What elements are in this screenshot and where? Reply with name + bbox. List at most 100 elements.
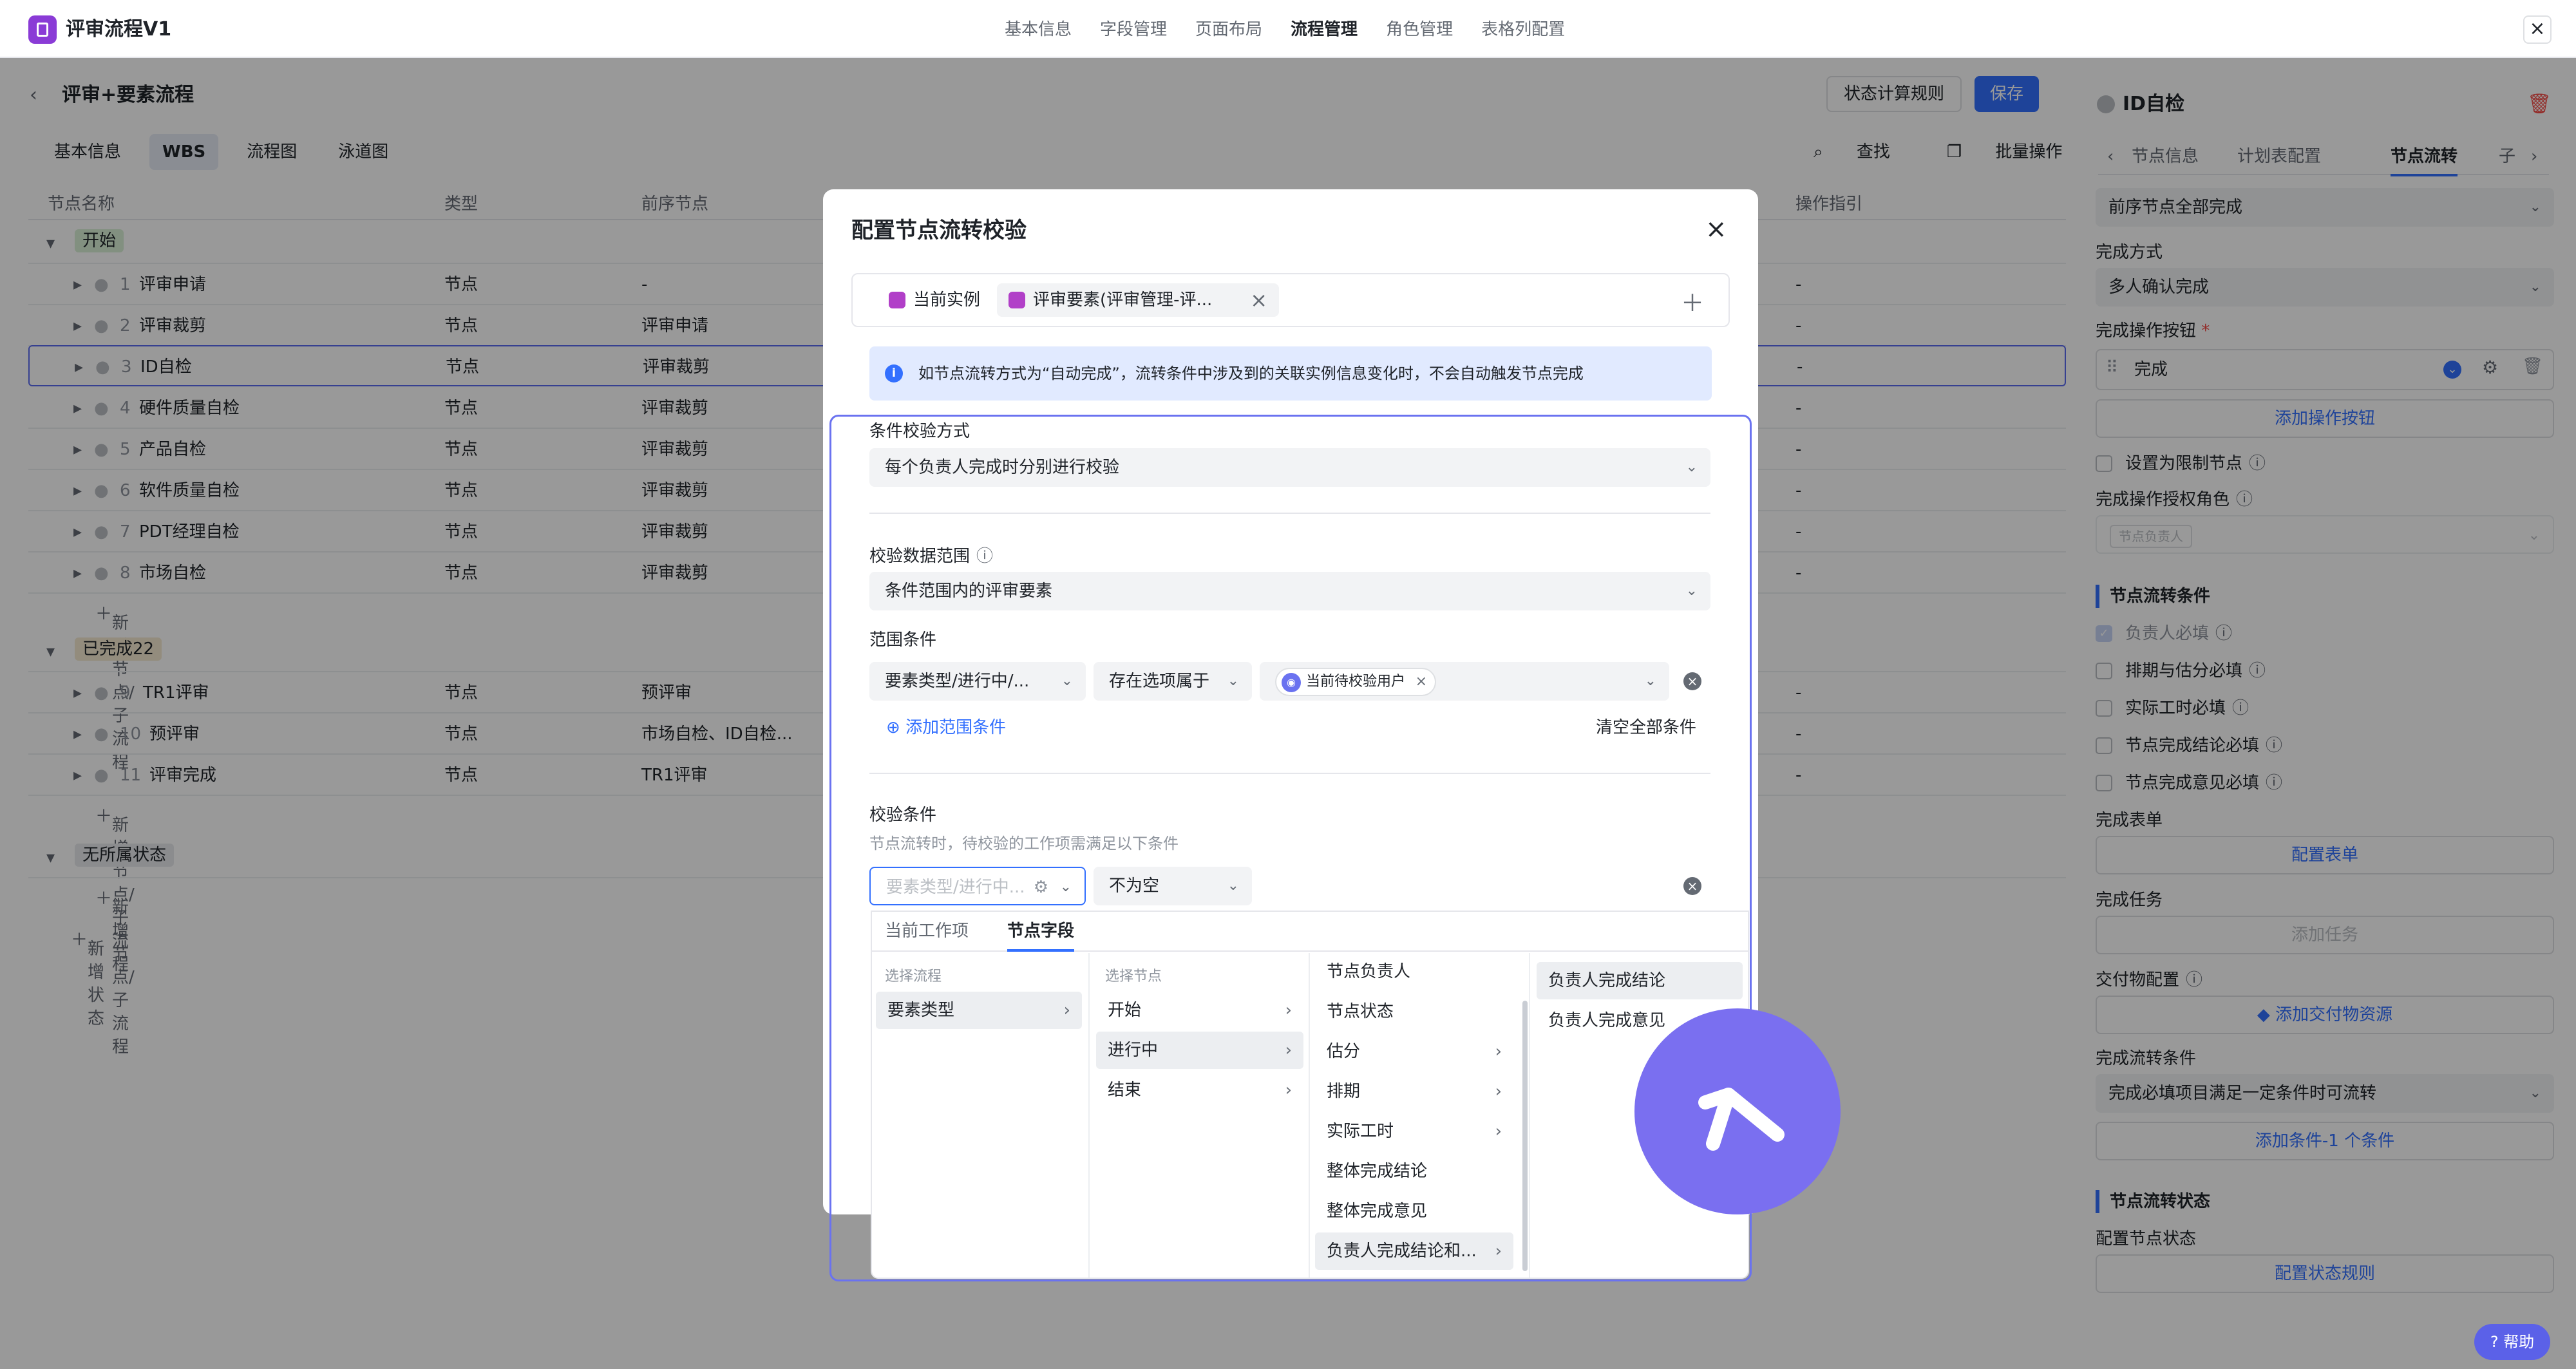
check-field-select[interactable]: 要素类型/进行中... ⚙ ⌄ xyxy=(869,867,1086,905)
chevron-down-icon: ⌄ xyxy=(1061,673,1073,689)
field-option[interactable]: 节点负责人 xyxy=(1315,953,1513,990)
scope-label: 校验数据范围 ⓘ xyxy=(869,545,993,568)
verify-mode-label: 条件校验方式 xyxy=(869,422,971,441)
range-field-value: 要素类型/进行中/... xyxy=(885,672,1030,691)
range-op-select[interactable]: 存在选项属于 ⌄ xyxy=(1094,662,1252,701)
chevron-right-icon: › xyxy=(1495,1122,1502,1141)
field-option[interactable]: 估分 › xyxy=(1315,1033,1513,1070)
user-tag-label: 当前待校验用户 xyxy=(1306,673,1406,690)
option-label: 负责人完成结论和... xyxy=(1327,1242,1477,1261)
nav-flow-manage[interactable]: 流程管理 xyxy=(1291,18,1358,41)
chevron-down-icon: ⌄ xyxy=(1644,673,1656,689)
clear-circle-icon[interactable]: × xyxy=(1683,877,1701,895)
check-field-placeholder: 要素类型/进行中... xyxy=(886,878,1025,897)
app-icon xyxy=(28,15,57,44)
help-button[interactable]: ? 帮助 xyxy=(2474,1324,2550,1360)
option-label: 节点状态 xyxy=(1327,1002,1394,1021)
chevron-down-icon: ⌄ xyxy=(1685,583,1698,599)
chevron-right-icon: › xyxy=(1495,1082,1502,1101)
chip-current-instance[interactable]: 当前实例 xyxy=(877,283,999,317)
close-icon[interactable]: × xyxy=(1705,214,1727,245)
chevron-down-icon: ⌄ xyxy=(1059,879,1072,895)
option-label: 估分 xyxy=(1327,1042,1361,1061)
node-column: 选择节点 开始 › 进行中 › 结束 › xyxy=(1091,953,1310,1278)
chevron-right-icon: › xyxy=(1285,1081,1292,1100)
close-icon[interactable]: × xyxy=(1416,669,1427,695)
field-option[interactable]: 节点状态 xyxy=(1315,993,1513,1030)
check-cond-desc: 节点流转时，待校验的工作项需满足以下条件 xyxy=(869,835,1179,853)
add-icon[interactable]: ＋ xyxy=(1681,285,1704,318)
cursor-badge xyxy=(1634,1008,1841,1214)
nav-basic-info[interactable]: 基本信息 xyxy=(1005,18,1072,41)
column-title: 选择节点 xyxy=(1105,968,1162,985)
tab-current-workitem[interactable]: 当前工作项 xyxy=(885,920,969,943)
clear-circle-icon[interactable]: × xyxy=(1683,672,1701,690)
option-label: 开始 xyxy=(1108,1001,1142,1020)
info-text: 如节点流转方式为“自动完成”，流转条件中涉及到的关联实例信息变化时，不会自动触发… xyxy=(918,364,1584,382)
add-circle-icon: ⊕ xyxy=(886,718,906,737)
sub-field-option[interactable]: 负责人完成结论 xyxy=(1537,962,1743,999)
option-label: 进行中 xyxy=(1108,1041,1159,1060)
chip-review-element[interactable]: 评审要素(评审管理-评... × xyxy=(997,283,1279,317)
chevron-right-icon: › xyxy=(1063,1001,1070,1020)
field-option[interactable]: 整体完成结论 xyxy=(1315,1153,1513,1190)
cursor-arrow-icon xyxy=(1698,1088,1785,1151)
option-label: 整体完成结论 xyxy=(1327,1162,1428,1181)
nav-table-config[interactable]: 表格列配置 xyxy=(1481,18,1565,41)
close-icon[interactable]: × xyxy=(1250,283,1267,317)
top-nav: 基本信息 字段管理 页面布局 流程管理 角色管理 表格列配置 xyxy=(1005,18,1593,41)
check-cond-label: 校验条件 xyxy=(869,806,937,825)
field-column: 节点负责人 节点状态 估分 › 排期 › 实际工时 › 整体完成结论 整体完成意见 负… xyxy=(1311,953,1530,1278)
chevron-right-icon: › xyxy=(1285,1041,1292,1060)
chip-label: 评审要素(评审管理-评... xyxy=(1033,290,1213,310)
verify-mode-value: 每个负责人完成时分别进行校验 xyxy=(885,458,1120,477)
chevron-down-icon: ⌄ xyxy=(1685,459,1698,475)
info-icon: ⓘ xyxy=(976,547,994,566)
option-label: 节点负责人 xyxy=(1327,962,1411,981)
node-option[interactable]: 结束 › xyxy=(1096,1072,1303,1109)
nav-page-layout[interactable]: 页面布局 xyxy=(1195,18,1262,41)
scrollbar[interactable] xyxy=(1522,1001,1528,1271)
dropdown-tabs: 当前工作项 节点字段 xyxy=(871,911,1749,952)
verify-mode-select[interactable]: 每个负责人完成时分别进行校验 ⌄ xyxy=(869,448,1710,487)
field-option[interactable]: 负责人完成结论和... › xyxy=(1315,1232,1513,1270)
column-title: 选择流程 xyxy=(885,968,942,985)
scope-select[interactable]: 条件范围内的评审要素 ⌄ xyxy=(869,572,1710,610)
element-icon xyxy=(1009,292,1025,308)
range-value-select[interactable]: ◉ 当前待校验用户 × ⌄ xyxy=(1260,662,1669,701)
node-option[interactable]: 进行中 › xyxy=(1096,1032,1303,1069)
nav-field-manage[interactable]: 字段管理 xyxy=(1100,18,1167,41)
field-option[interactable]: 实际工时 › xyxy=(1315,1113,1513,1150)
option-label: 结束 xyxy=(1108,1081,1142,1100)
range-field-select[interactable]: 要素类型/进行中/... ⌄ xyxy=(869,662,1086,701)
divider xyxy=(869,513,1710,514)
range-op-value: 存在选项属于 xyxy=(1109,672,1210,691)
field-option[interactable]: 排期 › xyxy=(1315,1073,1513,1110)
field-option[interactable]: 整体完成意见 xyxy=(1315,1193,1513,1230)
chevron-right-icon: › xyxy=(1495,1242,1502,1261)
add-range-button[interactable]: ⊕ 添加范围条件 xyxy=(886,716,1006,739)
tab-node-field[interactable]: 节点字段 xyxy=(1007,920,1075,952)
flow-option[interactable]: 要素类型 › xyxy=(876,992,1082,1029)
close-icon[interactable]: × xyxy=(2523,15,2552,44)
user-icon: ◉ xyxy=(1282,672,1301,692)
option-label: 排期 xyxy=(1327,1082,1361,1101)
check-op-value: 不为空 xyxy=(1109,876,1160,896)
option-label: 要素类型 xyxy=(887,1001,955,1020)
clear-all-button[interactable]: 清空全部条件 xyxy=(1596,716,1696,739)
gear-icon: ⚙ xyxy=(1033,878,1048,897)
range-label: 范围条件 xyxy=(869,630,937,650)
node-option[interactable]: 开始 › xyxy=(1096,992,1303,1029)
option-label: 整体完成意见 xyxy=(1327,1202,1428,1221)
add-range-label: 添加范围条件 xyxy=(905,718,1007,737)
check-op-select[interactable]: 不为空 ⌄ xyxy=(1094,867,1252,905)
help-label: 帮助 xyxy=(2503,1333,2535,1351)
nav-role-manage[interactable]: 角色管理 xyxy=(1386,18,1453,41)
divider xyxy=(869,773,1710,774)
option-label: 实际工时 xyxy=(1327,1122,1394,1141)
flow-column: 选择流程 要素类型 › xyxy=(871,953,1090,1278)
option-label: 负责人完成结论 xyxy=(1548,971,1666,990)
chevron-down-icon: ⌄ xyxy=(1227,673,1239,689)
chevron-down-icon: ⌄ xyxy=(1227,878,1239,894)
help-icon: ? xyxy=(2490,1333,2504,1351)
